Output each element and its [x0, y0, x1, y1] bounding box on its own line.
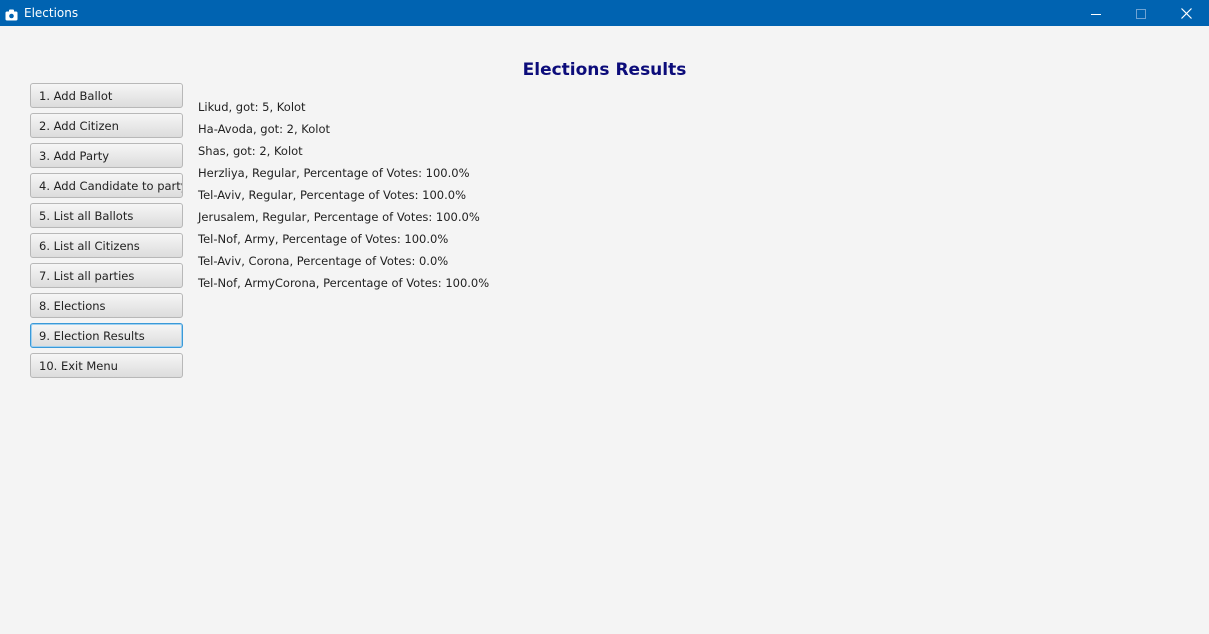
result-line: Tel-Nof, ArmyCorona, Percentage of Votes… — [198, 276, 490, 290]
app-icon — [5, 6, 18, 21]
list-parties-button[interactable]: 7. List all parties — [30, 263, 183, 288]
main-menu: 1. Add Ballot 2. Add Citizen 3. Add Part… — [30, 83, 183, 383]
result-line: Shas, got: 2, Kolot — [198, 144, 303, 158]
window-title: Elections — [24, 6, 79, 20]
minimize-icon — [1091, 4, 1101, 23]
add-candidate-button[interactable]: 4. Add Candidate to party — [30, 173, 183, 198]
results-list: Likud, got: 5, Kolot Ha-Avoda, got: 2, K… — [198, 97, 489, 295]
maximize-button[interactable] — [1118, 0, 1164, 26]
result-line: Tel-Aviv, Corona, Percentage of Votes: 0… — [198, 254, 449, 268]
result-line: Likud, got: 5, Kolot — [198, 100, 306, 114]
add-citizen-button[interactable]: 2. Add Citizen — [30, 113, 183, 138]
add-party-button[interactable]: 3. Add Party — [30, 143, 183, 168]
add-ballot-button[interactable]: 1. Add Ballot — [30, 83, 183, 108]
title-bar[interactable]: Elections — [0, 0, 1209, 26]
elections-button[interactable]: 8. Elections — [30, 293, 183, 318]
election-results-button[interactable]: 9. Election Results — [30, 323, 183, 348]
result-line: Tel-Aviv, Regular, Percentage of Votes: … — [198, 188, 467, 202]
result-line: Jerusalem, Regular, Percentage of Votes:… — [198, 210, 480, 224]
close-icon — [1180, 4, 1192, 23]
result-line: Tel-Nof, Army, Percentage of Votes: 100.… — [198, 232, 449, 246]
minimize-button[interactable] — [1073, 0, 1119, 26]
result-line: Ha-Avoda, got: 2, Kolot — [198, 122, 331, 136]
result-line: Herzliya, Regular, Percentage of Votes: … — [198, 166, 470, 180]
list-ballots-button[interactable]: 5. List all Ballots — [30, 203, 183, 228]
maximize-icon — [1136, 4, 1146, 23]
page-title: Elections Results — [522, 60, 687, 80]
list-citizens-button[interactable]: 6. List all Citizens — [30, 233, 183, 258]
exit-menu-button[interactable]: 10. Exit Menu — [30, 353, 183, 378]
app-window: Elections Elections Results 1. Add Ballo… — [0, 0, 1209, 634]
close-button[interactable] — [1163, 0, 1209, 26]
